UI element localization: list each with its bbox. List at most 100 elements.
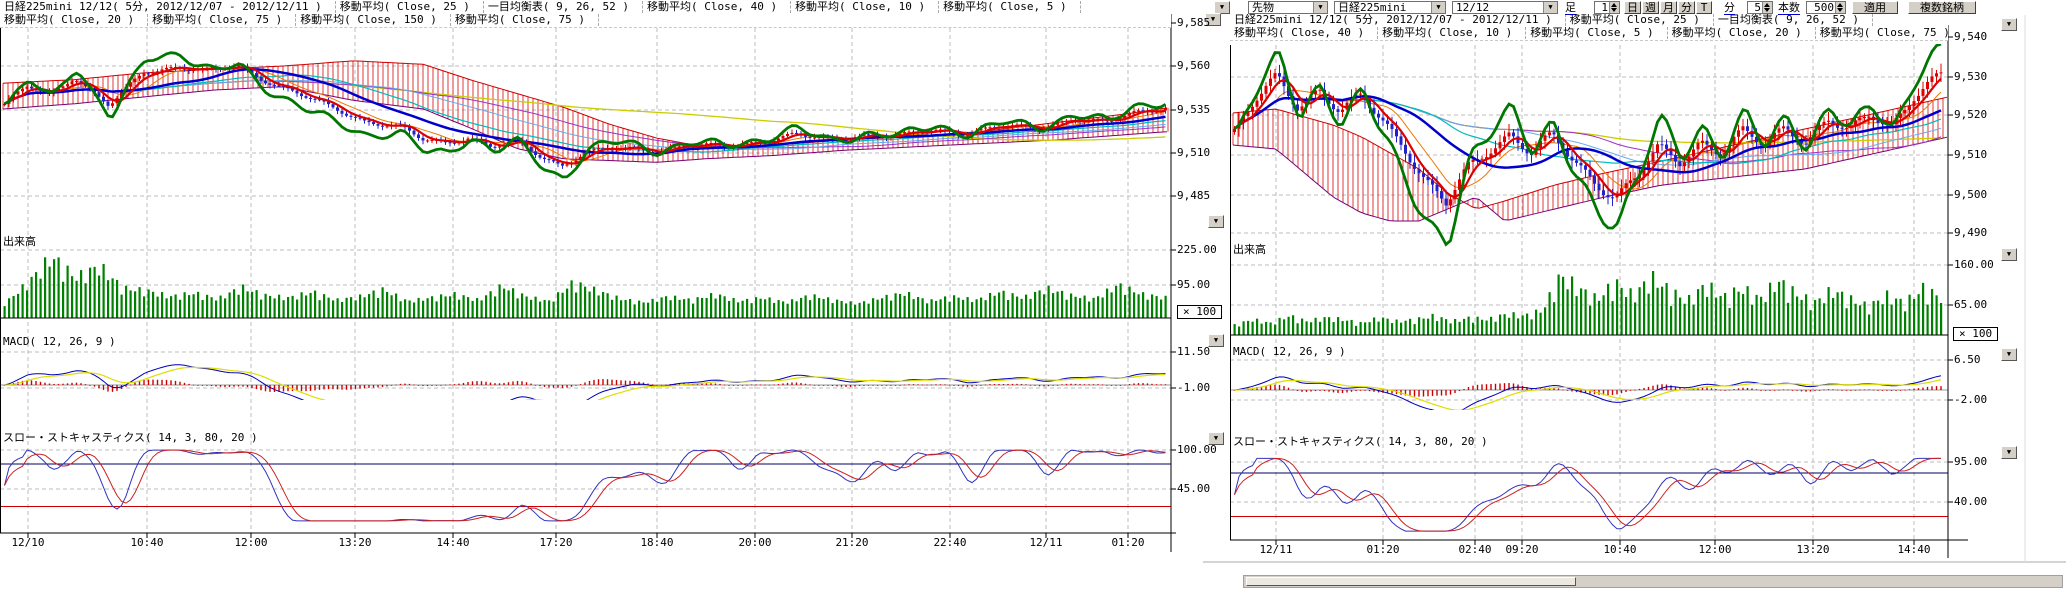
time-axis-label: 21:20 (830, 537, 874, 549)
y-axis-tick-label: 100.00 (1177, 444, 1217, 456)
spinner-up-down-icon[interactable] (1762, 2, 1772, 13)
right-macd-plot (1234, 376, 1942, 414)
y-axis-tick-label: 6.50 (1954, 354, 1981, 366)
time-axis-label: 09:20 (1500, 544, 1544, 556)
horizontal-scrollbar[interactable] (1243, 575, 2063, 588)
period-month-button[interactable]: 月 (1660, 1, 1677, 14)
y-axis-tick-label: 95.00 (1954, 456, 1987, 468)
y-axis-tick-label: 9,540 (1954, 31, 1987, 43)
indicator-header-cell: 移動平均( Close, 25 ) (336, 1, 484, 13)
left-chart-header-row1: 日経225mini 12/12( 5分, 2012/12/07 - 2012/1… (0, 1, 1171, 15)
right-chart-header-row1: 日経225mini 12/12( 5分, 2012/12/07 - 2012/1… (1230, 14, 1948, 28)
y-axis-tick-label: 95.00 (1177, 279, 1210, 291)
left-macd-plot (4, 365, 1166, 416)
date-select[interactable]: 12/12 ▼ (1452, 1, 1558, 14)
indicator-header-cell: 移動平均( Close, 5 ) (1526, 27, 1667, 39)
pane-dropdown-button[interactable]: ▼ (1208, 432, 1224, 445)
time-axis-label: 14:40 (431, 537, 475, 549)
y-axis-tick-label: 11.50 (1177, 346, 1210, 358)
time-axis-label: 22:40 (928, 537, 972, 549)
bar-type-label[interactable]: 足 (1565, 1, 1576, 15)
period-week-button[interactable]: 週 (1642, 1, 1659, 14)
count-spinner[interactable]: 500 (1806, 1, 1846, 14)
minute-unit-label[interactable]: 分 (1724, 1, 1735, 15)
y-axis-tick-label: 9,510 (1954, 149, 1987, 161)
indicator-header-cell: 移動平均( Close, 25 ) (1566, 14, 1714, 26)
time-axis-label: 17:20 (534, 537, 578, 549)
left-gridlines (0, 23, 1171, 533)
indicator-header-cell: 移動平均( Close, 75 ) (148, 14, 296, 26)
period-minute-button[interactable]: 分 (1678, 1, 1695, 14)
left-stochastics-plot (5, 450, 1166, 521)
chevron-down-icon[interactable]: ▼ (1313, 2, 1327, 13)
indicator-header-cell: 移動平均( Close, 40 ) (643, 1, 791, 13)
pane-dropdown-button[interactable]: ▼ (1208, 334, 1224, 347)
indicator-header-cell: 一目均衡表( 9, 26, 52 ) (1714, 14, 1873, 26)
y-axis-tick-label: 45.00 (1177, 483, 1210, 495)
minute-value-spinner[interactable]: 5 (1747, 1, 1773, 14)
multi-symbol-button[interactable]: 複数銘柄 (1908, 1, 1976, 14)
time-axis-label: 13:20 (333, 537, 377, 549)
time-axis-label: 12:00 (229, 537, 273, 549)
pane-dropdown-button[interactable]: ▼ (1208, 215, 1224, 228)
volume-pane-label: 出来高 (3, 236, 36, 248)
indicator-header-cell: 移動平均( Close, 75 ) (1816, 27, 1948, 39)
count-label[interactable]: 本数 (1778, 1, 1800, 15)
bar-interval-value: 1 (1601, 2, 1608, 13)
stochastics-pane-label: スロー・ストキャスティクス( 14, 3, 80, 20 ) (3, 432, 258, 444)
pane-dropdown-button[interactable]: ▼ (2001, 446, 2017, 459)
y-axis-tick-label: -2.00 (1954, 394, 1987, 406)
period-day-button[interactable]: 日 (1624, 1, 1641, 14)
left-chart-graphics (0, 14, 1176, 552)
symbol-select[interactable]: 日経225mini ▼ (1334, 1, 1446, 14)
indicator-header-cell: 移動平均( Close, 5 ) (939, 1, 1080, 13)
right-volume-bars (1234, 271, 1943, 335)
indicator-header-cell: 日経225mini 12/12( 5分, 2012/12/07 - 2012/1… (1230, 14, 1566, 26)
y-axis-tick-label: 9,530 (1954, 71, 1987, 83)
y-axis-tick-label: 9,535 (1177, 104, 1210, 116)
indicator-header-cell: 移動平均( Close, 150 ) (296, 14, 451, 26)
y-axis-tick-label: 9,485 (1177, 190, 1210, 202)
y-axis-tick-label: 9,500 (1954, 189, 1987, 201)
right-ichimoku-cloud (1233, 97, 1948, 221)
time-axis-label: 10:40 (125, 537, 169, 549)
count-value: 500 (1814, 2, 1834, 13)
spinner-up-down-icon[interactable] (1835, 2, 1845, 13)
bar-interval-spinner[interactable]: 1 (1594, 1, 1620, 14)
minute-value: 5 (1754, 2, 1761, 13)
pane-dropdown-button[interactable]: ▼ (2001, 348, 2017, 361)
scrollbar-thumb[interactable] (1246, 577, 1576, 586)
pane-dropdown-button[interactable]: ▼ (2001, 248, 2017, 261)
time-axis-label: 01:20 (1361, 544, 1405, 556)
chevron-down-icon[interactable]: ▼ (1543, 2, 1557, 13)
chevron-down-icon[interactable]: ▼ (1431, 2, 1445, 13)
charts-canvas[interactable] (0, 0, 2072, 596)
y-axis-tick-label: 40.00 (1954, 496, 1987, 508)
y-axis-tick-label: 225.00 (1177, 244, 1217, 256)
pane-dropdown-button[interactable]: ▼ (2001, 18, 2017, 31)
market-select[interactable]: 先物 ▼ (1248, 1, 1328, 14)
period-tick-button[interactable]: T (1696, 1, 1712, 14)
y-axis-tick-label: -1.00 (1177, 382, 1210, 394)
time-axis-label: 18:40 (635, 537, 679, 549)
time-axis-label: 02:40 (1453, 544, 1497, 556)
time-axis-label: 20:00 (733, 537, 777, 549)
indicator-header-cell: 移動平均( Close, 20 ) (0, 14, 148, 26)
left-chart-header-row2: 移動平均( Close, 20 )移動平均( Close, 75 )移動平均( … (0, 14, 1171, 28)
right-chart-graphics (1230, 25, 1968, 558)
time-axis-label: 10:40 (1598, 544, 1642, 556)
chart-application: 日経225mini 12/12( 5分, 2012/12/07 - 2012/1… (0, 0, 2072, 596)
time-axis-label: 01:20 (1106, 537, 1150, 549)
y-axis-tick-label: 9,560 (1177, 60, 1210, 72)
volume-pane-label: 出来高 (1233, 244, 1266, 256)
macd-pane-label: MACD( 12, 26, 9 ) (3, 336, 116, 348)
date-select-value: 12/12 (1456, 2, 1489, 14)
spinner-up-down-icon[interactable] (1609, 2, 1619, 13)
y-axis-tick-label: 9,490 (1954, 227, 1987, 239)
time-axis-label: 12:00 (1693, 544, 1737, 556)
time-axis-label: 12/11 (1254, 544, 1298, 556)
y-axis-tick-label: 9,520 (1954, 109, 1987, 121)
indicator-header-cell: 一目均衡表( 9, 26, 52 ) (484, 1, 643, 13)
apply-button[interactable]: 適用 (1852, 1, 1898, 14)
market-select-value: 先物 (1252, 2, 1274, 14)
